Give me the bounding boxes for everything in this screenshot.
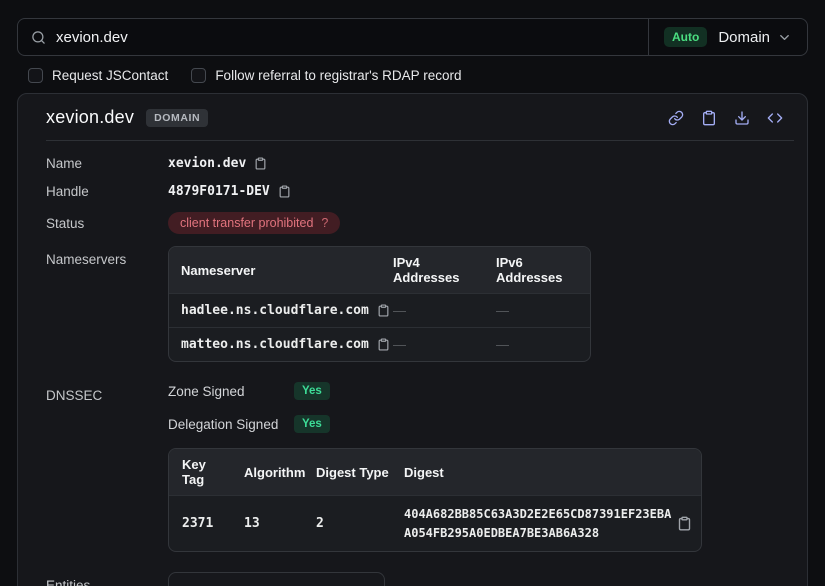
column-header-key-tag: Key Tag [169,449,231,495]
copy-icon [254,157,267,170]
name-label: Name [46,156,168,171]
status-help-icon[interactable]: ? [321,216,328,230]
search-input[interactable] [56,29,635,46]
query-type-selector[interactable]: Auto Domain [648,19,807,55]
copy-digest-button[interactable] [677,516,692,531]
table-row: matteo.ns.cloudflare.com — — [169,327,590,361]
permalink-button[interactable] [668,110,684,126]
zone-signed-row: Zone Signed Yes [168,382,702,400]
delegation-signed-badge: Yes [294,415,330,433]
dnssec-ds-table: Key Tag Algorithm Digest Type Digest 237… [168,448,702,552]
link-icon [668,110,684,126]
card-header: xevion.dev DOMAIN [18,94,807,140]
delegation-signed-row: Delegation Signed Yes [168,415,702,433]
domain-result-card: xevion.dev DOMAIN [17,93,808,586]
jscontact-label: Request JSContact [52,68,168,83]
delegation-signed-label: Delegation Signed [168,417,294,432]
ipv4-value: — [381,294,484,327]
entity-card: Handle 1068 Roles registrar [168,572,385,586]
nameserver-value: hadlee.ns.cloudflare.com [181,303,369,318]
name-value: xevion.dev [168,156,246,171]
object-type-badge: DOMAIN [146,109,208,127]
entities-label: Entities [46,572,168,586]
column-header-ipv6: IPv6 Addresses [484,247,590,293]
jscontact-checkbox[interactable] [28,68,43,83]
handle-label: Handle [46,184,168,199]
follow-referral-label: Follow referral to registrar's RDAP reco… [215,68,461,83]
field-row-status: Status client transfer prohibited ? [46,212,779,234]
card-actions [668,110,783,126]
table-row: hadlee.ns.cloudflare.com — — [169,293,590,327]
field-row-handle: Handle 4879F0171-DEV [46,184,779,199]
code-icon [767,110,783,126]
handle-value: 4879F0171-DEV [168,184,270,199]
status-badge: client transfer prohibited ? [168,212,340,234]
nameservers-label: Nameservers [46,246,168,267]
key-tag-value: 2371 [169,507,231,540]
status-label: Status [46,216,168,231]
download-icon [734,110,750,126]
search-input-area [18,19,648,55]
search-bar: Auto Domain [17,18,808,56]
algorithm-value: 13 [231,507,303,540]
zone-signed-badge: Yes [294,382,330,400]
dnssec-details: Zone Signed Yes Delegation Signed Yes Ke… [168,382,702,552]
column-header-digest: Digest [391,457,701,488]
download-button[interactable] [734,110,750,126]
ipv4-value: — [381,328,484,361]
column-header-digest-type: Digest Type [303,457,391,488]
status-value: client transfer prohibited [180,216,313,230]
nameservers-table: Nameserver IPv4 Addresses IPv6 Addresses… [168,246,591,362]
ipv6-value: — [484,328,590,361]
digest-value: 404A682BB85C63A3D2E2E65CD87391EF23EBAA05… [404,505,677,542]
copy-icon [278,185,291,198]
view-source-button[interactable] [767,110,783,126]
ipv6-value: — [484,294,590,327]
auto-mode-badge: Auto [664,27,707,47]
dnssec-label: DNSSEC [46,382,168,403]
chevron-down-icon [777,30,792,45]
copy-record-button[interactable] [701,110,717,126]
query-type-label: Domain [718,29,770,46]
option-request-jscontact[interactable]: Request JSContact [28,68,168,83]
table-row: 2371 13 2 404A682BB85C63A3D2E2E65CD87391… [169,495,701,551]
field-row-nameservers: Nameservers Nameserver IPv4 Addresses IP… [46,246,779,362]
option-follow-referral[interactable]: Follow referral to registrar's RDAP reco… [191,68,461,83]
zone-signed-label: Zone Signed [168,384,294,399]
column-header-ipv4: IPv4 Addresses [381,247,484,293]
domain-title: xevion.dev [46,107,134,128]
column-header-algorithm: Algorithm [231,457,303,488]
copy-name-button[interactable] [254,157,267,170]
column-header-nameserver: Nameserver [169,255,381,286]
copy-icon [677,516,692,531]
field-row-dnssec: DNSSEC Zone Signed Yes Delegation Signed… [46,382,779,552]
follow-referral-checkbox[interactable] [191,68,206,83]
card-body: Name xevion.dev Handle 4879F0171-DEV [18,141,807,586]
copy-icon [701,110,717,126]
digest-type-value: 2 [303,507,391,540]
nameserver-value: matteo.ns.cloudflare.com [181,337,369,352]
field-row-name: Name xevion.dev [46,156,779,171]
ds-table-header: Key Tag Algorithm Digest Type Digest [169,449,701,495]
copy-handle-button[interactable] [278,185,291,198]
field-row-entities: Entities Handle 1068 R [46,572,779,586]
nameservers-table-header: Nameserver IPv4 Addresses IPv6 Addresses [169,247,590,293]
query-options: Request JSContact Follow referral to reg… [28,68,825,83]
search-icon [31,30,46,45]
